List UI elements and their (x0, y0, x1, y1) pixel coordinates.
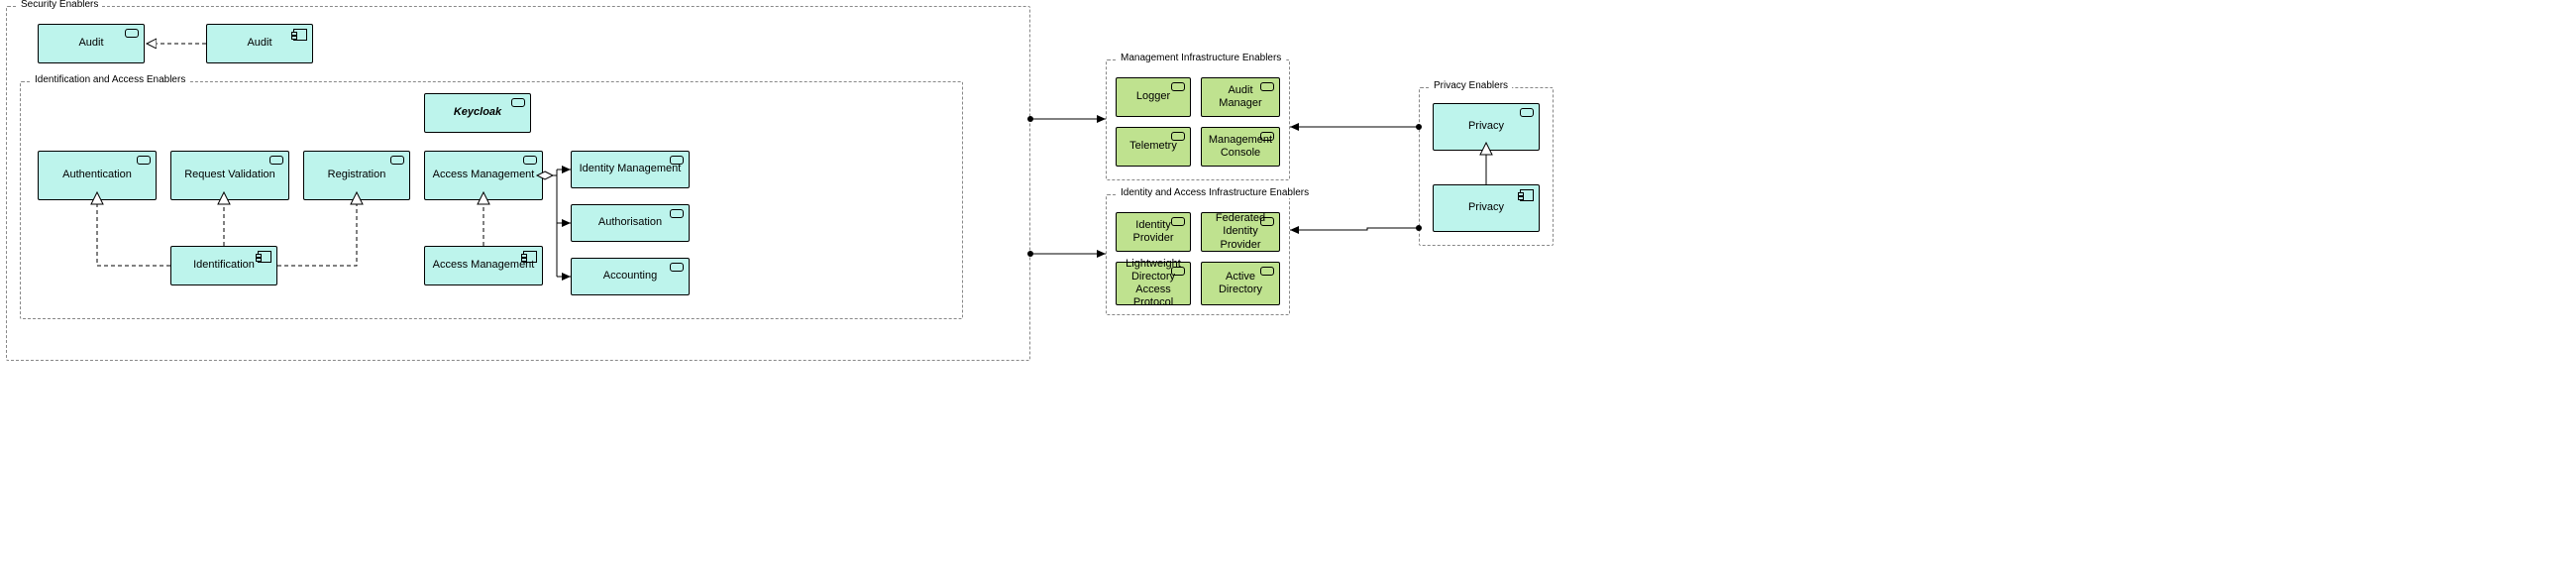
node-label: Access Management (433, 169, 535, 181)
node-label: Identification (193, 259, 255, 272)
component-icon (1520, 189, 1534, 201)
node-label: Audit (247, 37, 271, 50)
node-active-directory[interactable]: Active Directory (1201, 262, 1280, 305)
diagram-canvas: Security Enablers Identification and Acc… (0, 0, 2576, 568)
group-label-idaccess: Identification and Access Enablers (31, 74, 189, 85)
node-request-validation[interactable]: Request Validation (170, 151, 289, 200)
node-telemetry[interactable]: Telemetry (1116, 127, 1191, 167)
node-label: Request Validation (184, 169, 275, 181)
component-icon (258, 251, 271, 263)
node-label: Identity Management (580, 163, 682, 175)
node-authorisation[interactable]: Authorisation (571, 204, 690, 242)
node-ldap[interactable]: Lightweight Directory Access Protocol (1116, 262, 1191, 305)
component-icon (523, 251, 537, 263)
node-label: Authentication (62, 169, 132, 181)
node-label: Audit (78, 37, 103, 50)
node-audit-2[interactable]: Audit (206, 24, 313, 63)
capsule-icon (137, 156, 151, 165)
capsule-icon (1520, 108, 1534, 117)
node-label: Authorisation (598, 216, 662, 229)
component-icon (293, 29, 307, 41)
capsule-icon (1171, 132, 1185, 141)
node-keycloak[interactable]: Keycloak (424, 93, 531, 133)
capsule-icon (1260, 217, 1274, 226)
capsule-icon (670, 209, 684, 218)
node-label: Accounting (603, 270, 657, 283)
capsule-icon (511, 98, 525, 107)
node-label: Access Management (433, 259, 535, 272)
node-privacy-2[interactable]: Privacy (1433, 184, 1540, 232)
capsule-icon (1260, 267, 1274, 276)
group-label-mgmt: Management Infrastructure Enablers (1117, 53, 1285, 63)
node-authentication[interactable]: Authentication (38, 151, 157, 200)
node-identity-mgmt[interactable]: Identity Management (571, 151, 690, 188)
node-logger[interactable]: Logger (1116, 77, 1191, 117)
capsule-icon (670, 156, 684, 165)
node-label: Privacy (1468, 120, 1504, 133)
capsule-icon (390, 156, 404, 165)
group-label-security: Security Enablers (17, 0, 102, 10)
node-label: Lightweight Directory Access Protocol (1121, 258, 1186, 310)
node-audit-manager[interactable]: Audit Manager (1201, 77, 1280, 117)
node-privacy-1[interactable]: Privacy (1433, 103, 1540, 151)
node-label: Telemetry (1129, 140, 1177, 153)
node-identification[interactable]: Identification (170, 246, 277, 285)
node-accounting[interactable]: Accounting (571, 258, 690, 295)
capsule-icon (1171, 82, 1185, 91)
node-registration[interactable]: Registration (303, 151, 410, 200)
node-access-mgmt-2[interactable]: Access Management (424, 246, 543, 285)
capsule-icon (670, 263, 684, 272)
node-mgmt-console[interactable]: Management Console (1201, 127, 1280, 167)
capsule-icon (523, 156, 537, 165)
node-access-mgmt-1[interactable]: Access Management (424, 151, 543, 200)
node-federated-idp[interactable]: Federated Identity Provider (1201, 212, 1280, 252)
group-label-idinfra: Identity and Access Infrastructure Enabl… (1117, 187, 1313, 198)
node-identity-provider[interactable]: Identity Provider (1116, 212, 1191, 252)
capsule-icon (269, 156, 283, 165)
node-audit-1[interactable]: Audit (38, 24, 145, 63)
capsule-icon (125, 29, 139, 38)
node-label: Privacy (1468, 201, 1504, 214)
capsule-icon (1260, 132, 1274, 141)
node-label: Registration (328, 169, 386, 181)
capsule-icon (1171, 267, 1185, 276)
group-label-privacy: Privacy Enablers (1430, 80, 1512, 91)
node-label: Logger (1136, 90, 1170, 103)
capsule-icon (1171, 217, 1185, 226)
capsule-icon (1260, 82, 1274, 91)
node-label: Keycloak (454, 106, 501, 119)
